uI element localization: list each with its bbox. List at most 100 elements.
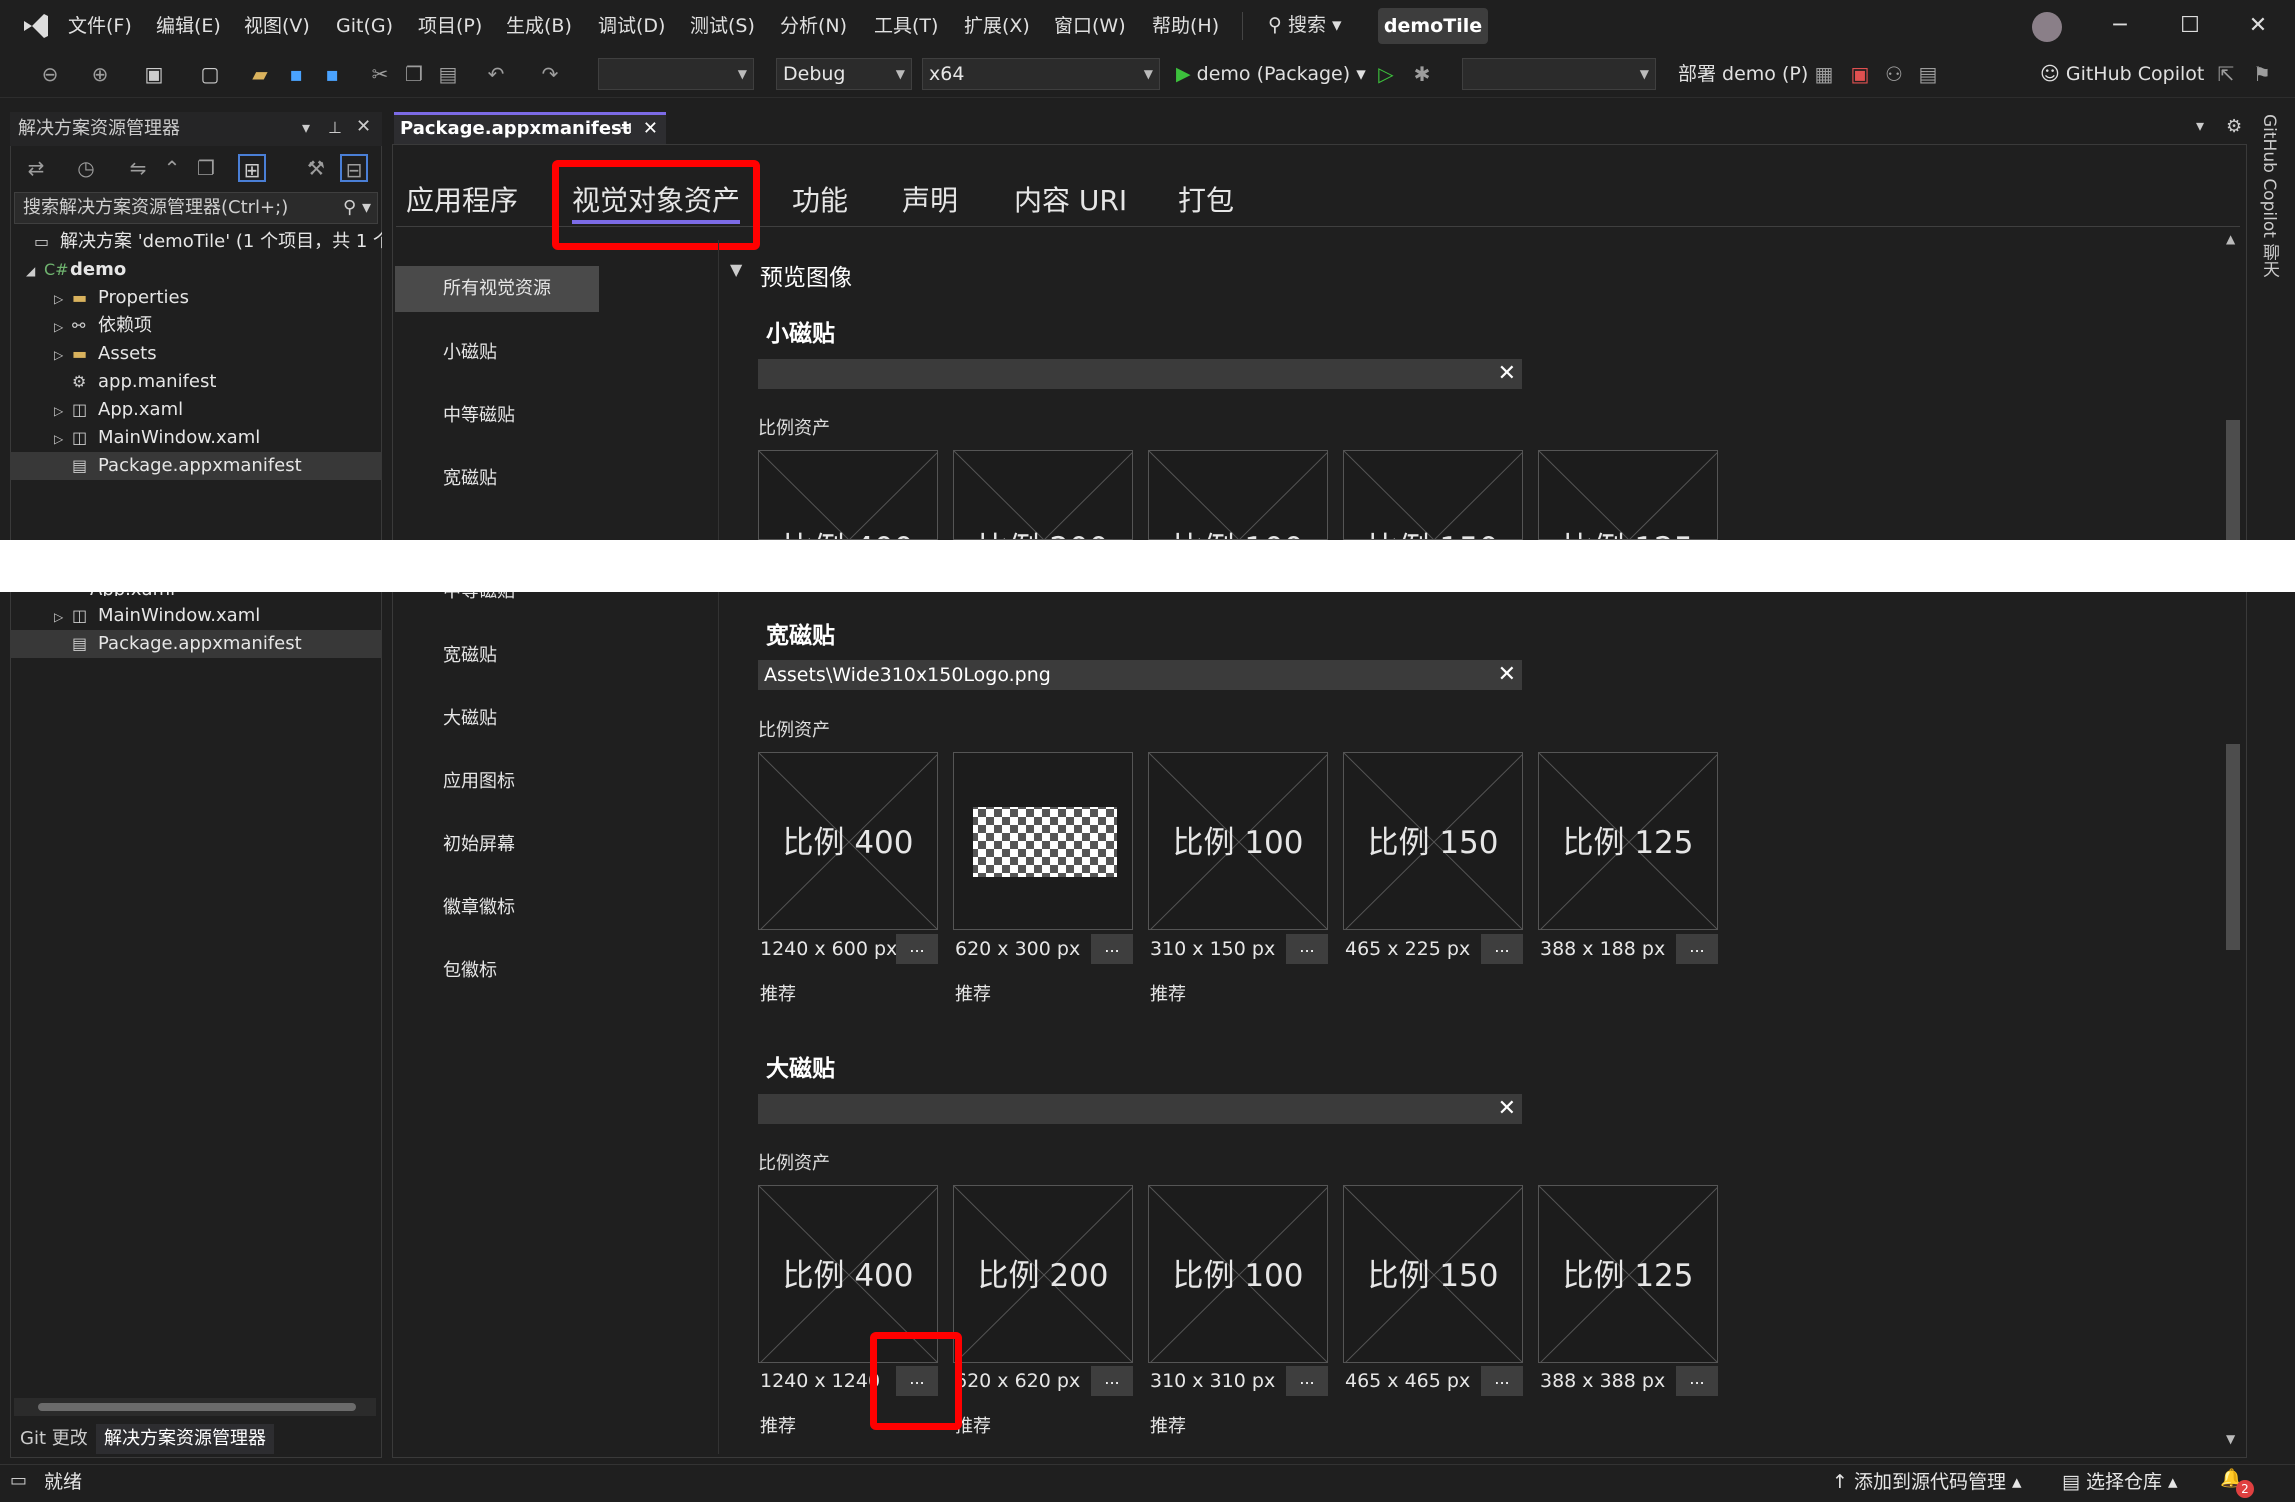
settings-gear-icon[interactable]: ⚙ bbox=[2226, 116, 2242, 137]
tab-content-uris[interactable]: 内容 URI bbox=[1014, 178, 1127, 224]
maximize-icon[interactable]: ☐ bbox=[2170, 10, 2210, 42]
chevron-down-icon[interactable]: ▼ bbox=[730, 260, 742, 279]
undo-icon[interactable]: ↶ bbox=[482, 60, 510, 88]
solution-config-dropdown[interactable]: ▼ bbox=[598, 58, 754, 90]
menu-git[interactable]: Git(G) bbox=[328, 10, 401, 42]
large-tile-path-input[interactable]: ✕ bbox=[758, 1094, 1522, 1124]
run-button[interactable]: ▶ demo (Package) ▾ bbox=[1176, 58, 1366, 90]
tree-item-properties[interactable]: ▷ ▬ Properties bbox=[10, 284, 382, 312]
small-tile-scale-150[interactable]: 比例 150 bbox=[1343, 450, 1523, 540]
large-tile-scale-200[interactable]: 比例 200 bbox=[953, 1185, 1133, 1363]
minimize-icon[interactable]: ─ bbox=[2100, 10, 2140, 42]
paste-icon[interactable]: ▤ bbox=[434, 60, 462, 88]
doc-tab-package-manifest[interactable]: Package.appxmanifest ⊣ ✕ bbox=[394, 112, 666, 144]
small-tile-scale-200[interactable]: 比例 200 bbox=[953, 450, 1133, 540]
browse-button[interactable]: ... bbox=[1091, 1366, 1133, 1396]
large-tile-scale-150[interactable]: 比例 150 bbox=[1343, 1185, 1523, 1363]
menu-edit[interactable]: 编辑(E) bbox=[148, 10, 229, 42]
nav-large-tile[interactable]: 大磁贴 bbox=[395, 696, 599, 742]
menu-debug[interactable]: 调试(D) bbox=[590, 10, 673, 42]
nav-wide-tile[interactable]: 宽磁贴 bbox=[395, 456, 599, 502]
back-icon[interactable]: ⊖ bbox=[36, 60, 64, 88]
history-icon[interactable]: ◷ bbox=[72, 154, 100, 182]
tree-item-mainwindow-lower[interactable]: ▷ ◫ MainWindow.xaml bbox=[10, 602, 382, 630]
collapse-all-icon[interactable]: ⌃ bbox=[158, 154, 186, 182]
add-item-icon[interactable]: ▢ bbox=[196, 60, 224, 88]
toolbar-icon-2[interactable]: ▤ bbox=[1914, 60, 1942, 88]
browse-button[interactable]: ... bbox=[1676, 1366, 1718, 1396]
browse-button[interactable]: ... bbox=[1481, 934, 1523, 964]
scrollbar-thumb[interactable] bbox=[2226, 420, 2240, 540]
solution-search-input[interactable]: 搜索解决方案资源管理器(Ctrl+;) ⚲ ▾ bbox=[14, 192, 378, 224]
tree-item-solution[interactable]: ▭ 解决方案 'demoTile' (1 个项目，共 1 个 bbox=[10, 228, 382, 256]
close-tab-icon[interactable]: ✕ bbox=[643, 115, 658, 143]
forward-icon[interactable]: ⊕ bbox=[86, 60, 114, 88]
save-icon[interactable]: ▪ bbox=[282, 60, 310, 88]
nav-all-visual-assets[interactable]: 所有视觉资源 bbox=[395, 266, 599, 312]
show-all-files-icon[interactable]: ❐ bbox=[192, 154, 220, 182]
menu-analyze[interactable]: 分析(N) bbox=[772, 10, 855, 42]
copilot-button[interactable]: ☺ GitHub Copilot bbox=[2040, 58, 2204, 90]
small-tile-path-input[interactable]: ✕ bbox=[758, 359, 1522, 389]
tree-item-assets[interactable]: ▷ ▬ Assets bbox=[10, 340, 382, 368]
large-tile-scale-125[interactable]: 比例 125 bbox=[1538, 1185, 1718, 1363]
tab-capabilities[interactable]: 功能 bbox=[792, 178, 848, 224]
tree-item-demo[interactable]: ◢ C#demo bbox=[10, 256, 382, 284]
add-to-source-control-button[interactable]: ↑ 添加到源代码管理 ▴ bbox=[1832, 1466, 2022, 1498]
copilot-chat-side-tab[interactable]: GitHub Copilot 聊天 bbox=[2256, 114, 2282, 277]
toolbox-icon[interactable]: ▣ bbox=[1846, 60, 1874, 88]
pin-icon[interactable]: ⊣ bbox=[619, 115, 632, 143]
hot-reload-icon[interactable]: ✱ bbox=[1408, 60, 1436, 88]
properties-icon[interactable]: ⚒ bbox=[302, 154, 330, 182]
menu-build[interactable]: 生成(B) bbox=[498, 10, 580, 42]
menu-test[interactable]: 测试(S) bbox=[682, 10, 763, 42]
menu-tools[interactable]: 工具(T) bbox=[866, 10, 946, 42]
save-all-icon[interactable]: ▪ bbox=[318, 60, 346, 88]
startup-item-dropdown[interactable]: ▼ bbox=[1462, 58, 1656, 90]
menu-extensions[interactable]: 扩展(X) bbox=[956, 10, 1038, 42]
new-project-icon[interactable]: ▣ bbox=[140, 60, 168, 88]
browse-button[interactable]: ... bbox=[1676, 934, 1718, 964]
tree-item-package-manifest[interactable]: ▤ Package.appxmanifest bbox=[10, 452, 382, 480]
wide-tile-scale-150[interactable]: 比例 150 bbox=[1343, 752, 1523, 930]
nav-wide-tile-lower[interactable]: 宽磁贴 bbox=[395, 633, 599, 679]
deploy-button[interactable]: 部署 demo (P) bbox=[1678, 58, 1808, 90]
live-share-icon[interactable]: ⚇ bbox=[1880, 60, 1908, 88]
share-icon[interactable]: ⇱ bbox=[2212, 60, 2240, 88]
nav-package-logo[interactable]: 包徽标 bbox=[395, 948, 599, 994]
search-button[interactable]: ⚲ 搜索 ▾ bbox=[1260, 8, 1350, 42]
wide-tile-scale-200[interactable] bbox=[953, 752, 1133, 930]
open-folder-icon[interactable]: ▰ bbox=[246, 60, 274, 88]
tab-solution-explorer[interactable]: 解决方案资源管理器 bbox=[96, 1424, 274, 1454]
preview-icon[interactable]: ⊟ bbox=[340, 154, 368, 182]
feedback-icon[interactable]: ⚑ bbox=[2248, 60, 2276, 88]
menu-view[interactable]: 视图(V) bbox=[236, 10, 318, 42]
scroll-down-icon[interactable]: ▼ bbox=[2226, 1432, 2235, 1446]
small-tile-scale-125[interactable]: 比例 125 bbox=[1538, 450, 1718, 540]
cut-icon[interactable]: ✂ bbox=[366, 60, 394, 88]
clear-icon[interactable]: ✕ bbox=[1498, 1094, 1516, 1124]
toolbar-icon-1[interactable]: ▦ bbox=[1810, 60, 1838, 88]
tab-application[interactable]: 应用程序 bbox=[406, 178, 518, 224]
menu-help[interactable]: 帮助(H) bbox=[1144, 10, 1227, 42]
wide-tile-scale-100[interactable]: 比例 100 bbox=[1148, 752, 1328, 930]
avatar[interactable] bbox=[2032, 12, 2062, 42]
menu-project[interactable]: 项目(P) bbox=[410, 10, 490, 42]
tree-item-dependencies[interactable]: ▷ ⚯ 依赖项 bbox=[10, 312, 382, 340]
small-tile-scale-100[interactable]: 比例 100 bbox=[1148, 450, 1328, 540]
sync-icon[interactable]: ⇋ bbox=[124, 154, 152, 182]
browse-button[interactable]: ... bbox=[1481, 1366, 1523, 1396]
wide-tile-path-input[interactable]: Assets\Wide310x150Logo.png ✕ bbox=[758, 660, 1522, 690]
wide-tile-scale-400[interactable]: 比例 400 bbox=[758, 752, 938, 930]
browse-button[interactable]: ... bbox=[896, 934, 938, 964]
menu-window[interactable]: 窗口(W) bbox=[1046, 10, 1134, 42]
filter-icon[interactable]: ⊞ bbox=[238, 154, 266, 182]
nav-badge-logo[interactable]: 徽章徽标 bbox=[395, 885, 599, 931]
copy-icon[interactable]: ❐ bbox=[400, 60, 428, 88]
platform-dropdown[interactable]: x64 ▼ bbox=[922, 58, 1160, 90]
scrollbar-thumb-lower[interactable] bbox=[2226, 744, 2240, 950]
panel-close-icon[interactable]: ✕ bbox=[356, 116, 371, 137]
large-tile-scale-100[interactable]: 比例 100 bbox=[1148, 1185, 1328, 1363]
tab-declarations[interactable]: 声明 bbox=[902, 178, 958, 224]
menu-file[interactable]: 文件(F) bbox=[60, 10, 140, 42]
